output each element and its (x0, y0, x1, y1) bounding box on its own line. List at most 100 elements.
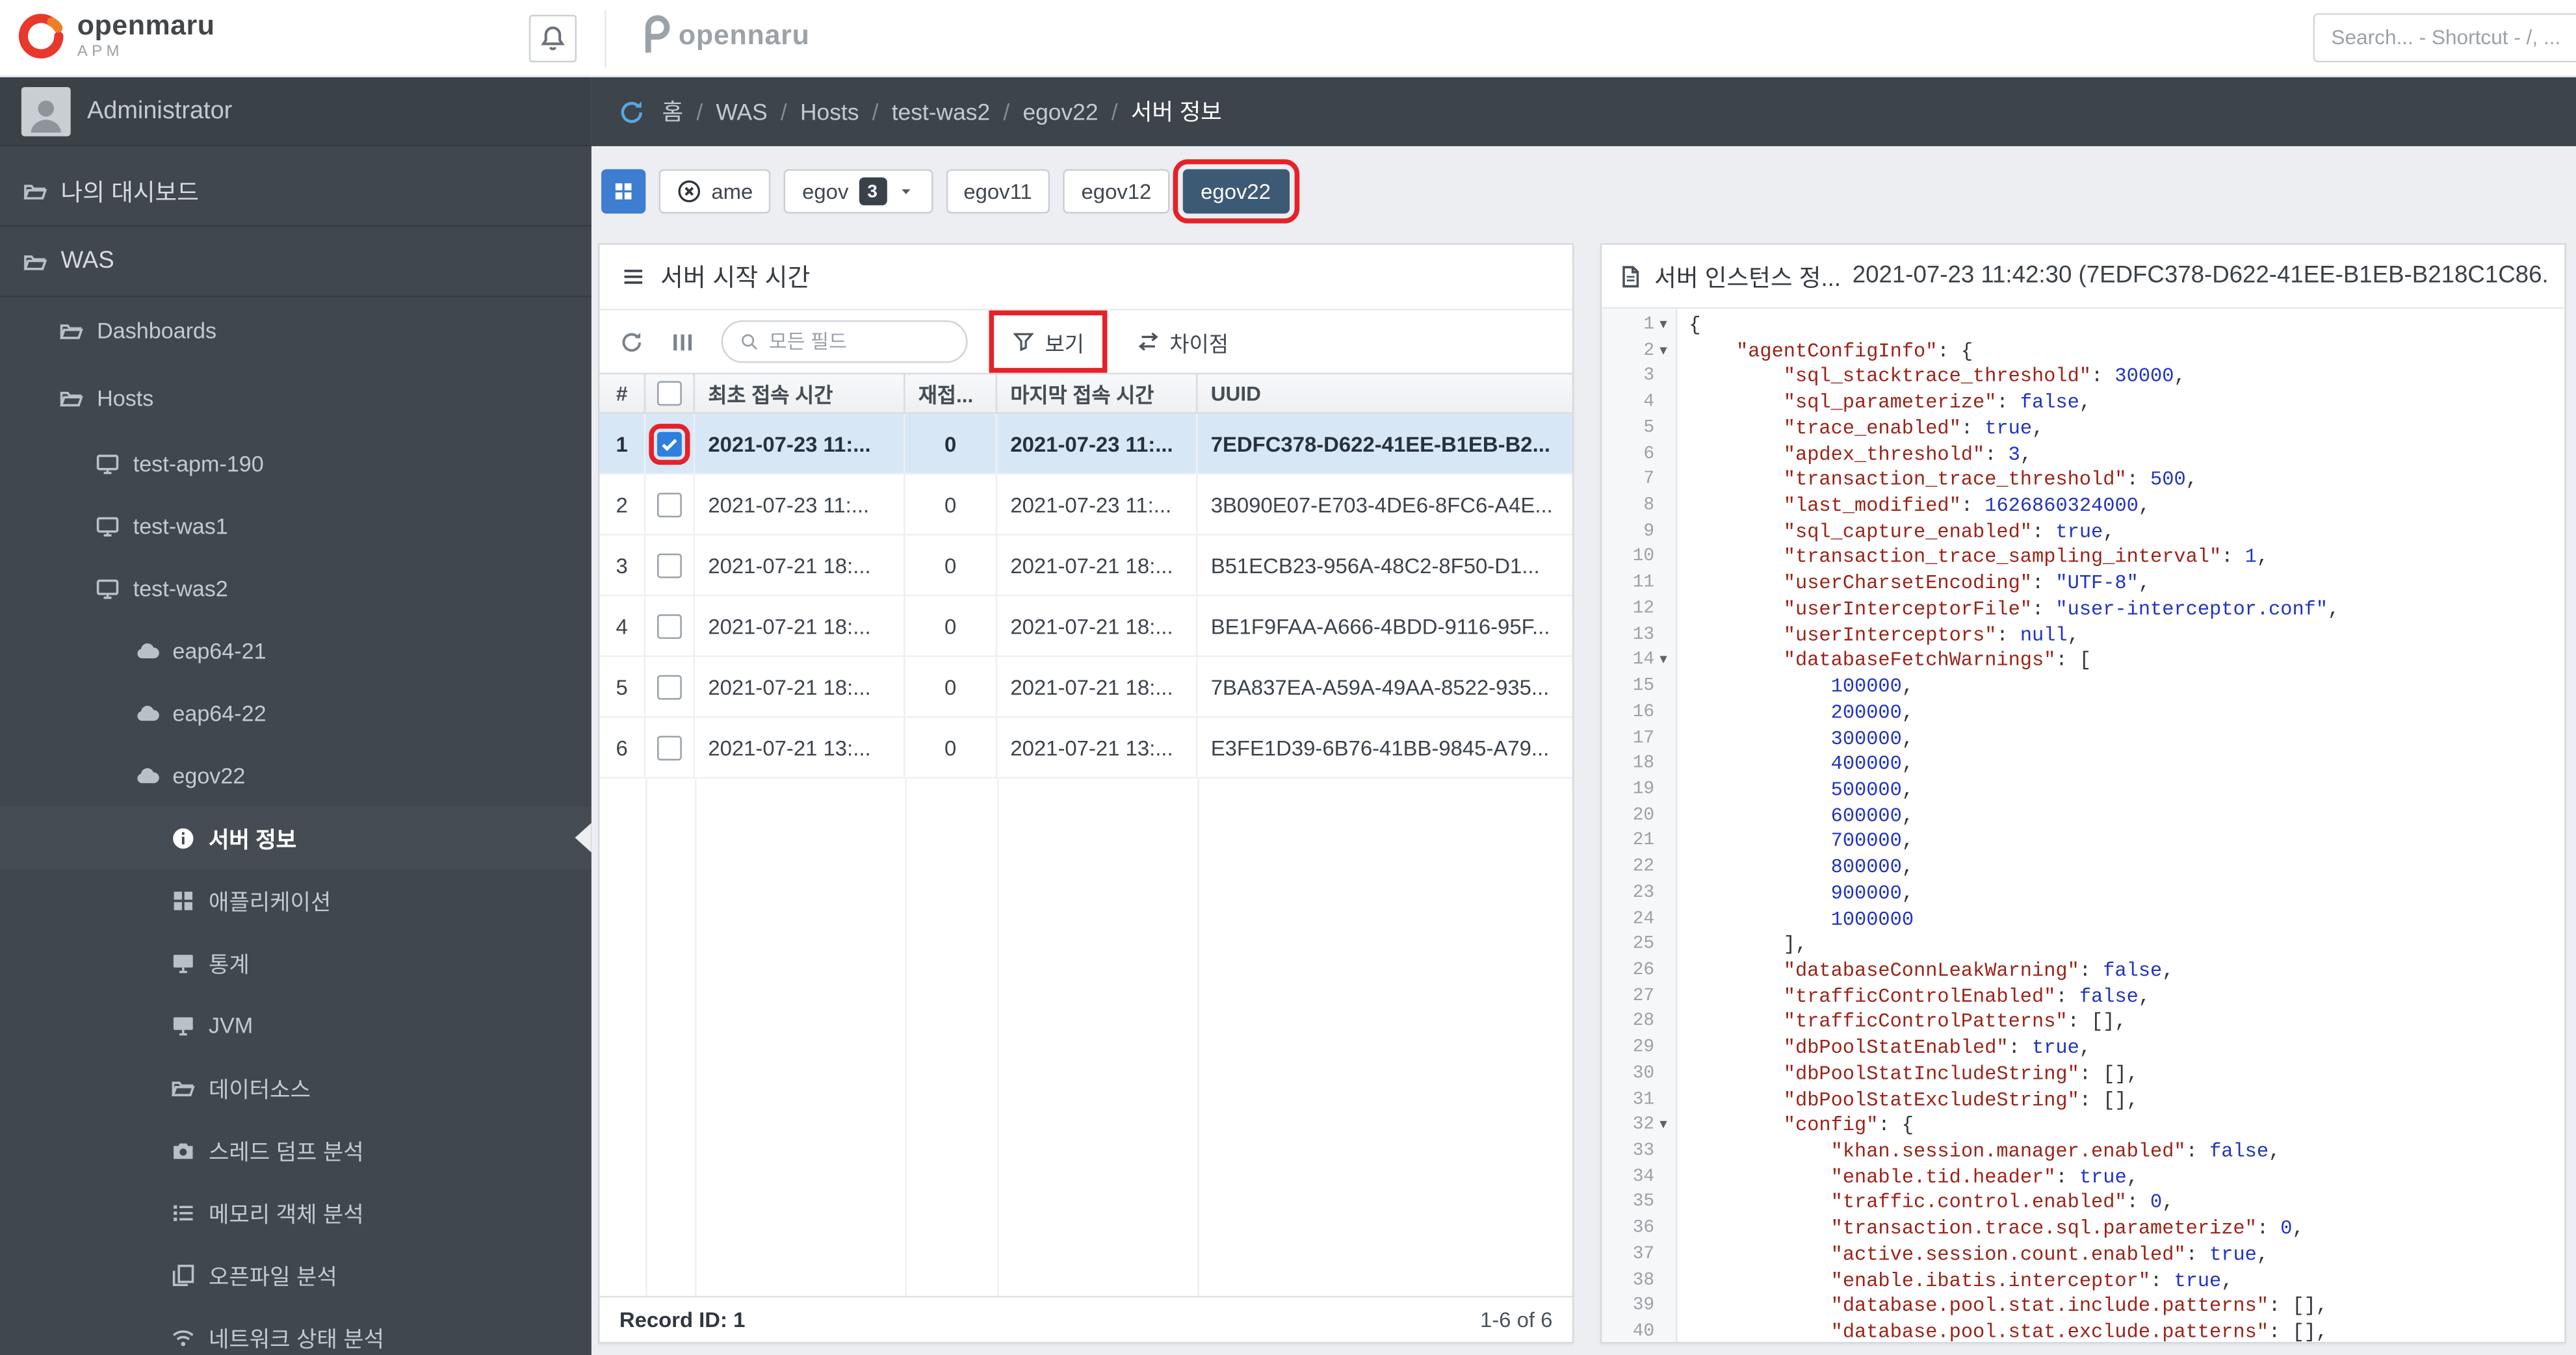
filter-chip-egov[interactable]: egov 3 (784, 169, 933, 214)
sidebar-item-application[interactable]: 애플리케이션 (0, 869, 592, 931)
sidebar-item-dashboards[interactable]: Dashboards (0, 297, 592, 365)
view-button[interactable]: 보기 (989, 310, 1108, 373)
sidebar-item-was[interactable]: WAS (0, 227, 592, 298)
gutter-line: 3 (1602, 365, 1676, 391)
table-row-1[interactable]: 1 2021-07-23 11:... 0 2021-07-23 11:... 7EDF… (599, 413, 1572, 475)
sidebar-item-label: Dashboards (97, 318, 217, 344)
row-checkbox[interactable] (657, 674, 682, 699)
column-header-4[interactable]: UUID (1197, 374, 1572, 412)
sidebar-item-label: 서버 정보 (208, 827, 297, 853)
sidebar-item-test-apm-190[interactable]: test-apm-190 (0, 432, 592, 495)
line-number: 14 (1632, 651, 1655, 671)
row-checkbox[interactable] (657, 491, 682, 517)
code-line: "transaction_trace_threshold": 500, (1783, 469, 2198, 492)
monitor-icon (96, 451, 120, 476)
row-checkbox[interactable] (649, 422, 690, 464)
table-row-5[interactable]: 5 2021-07-21 18:... 0 2021-07-21 18:... 7BA8… (599, 656, 1572, 718)
first-access-time: 2021-07-21 18:... (695, 535, 905, 595)
sidebar-item-eap64-22[interactable]: eap64-22 (0, 682, 592, 744)
fold-caret-icon[interactable]: ▾ (1654, 649, 1672, 675)
filter-chip-egov12[interactable]: egov12 (1063, 169, 1170, 214)
code-gutter: 1 ▾ 2 ▾ 3 4 5 6 7 8 9 10 11 12 13 14 ▾ 15 16 17 18 19 20 21 22 23… (1602, 309, 1678, 1342)
grid-icon (613, 181, 634, 202)
sidebar-item-thread-dump[interactable]: 스레드 덤프 분석 (0, 1118, 592, 1181)
row-checkbox[interactable] (657, 735, 682, 760)
gutter-line: 36 (1602, 1217, 1676, 1243)
code-viewer: 1 ▾ 2 ▾ 3 4 5 6 7 8 9 10 11 12 13 14 ▾ 15 16 17 18 19 20 21 22 23… (1602, 307, 2565, 1342)
breadcrumb-item-2[interactable]: Hosts (800, 99, 859, 125)
fold-caret-icon[interactable]: ▾ (1654, 314, 1672, 340)
breadcrumb-item-4[interactable]: egov22 (1022, 99, 1098, 125)
code-line: "databaseConnLeakWarning": false, (1783, 959, 2174, 983)
row-checkbox[interactable] (657, 613, 682, 638)
line-number: 7 (1643, 470, 1655, 490)
row-checkbox-cell (645, 535, 696, 595)
sidebar-item-network-status[interactable]: 네트워크 상태 분석 (0, 1306, 592, 1355)
filter-chip-name[interactable]: ame (658, 169, 772, 214)
code-line: "transaction.trace.sql.parameterize": 0, (1830, 1217, 2304, 1241)
notifications-button[interactable] (528, 14, 577, 63)
sidebar-item-server-info[interactable]: 서버 정보 (0, 807, 592, 869)
sidebar-item-my-dashboard[interactable]: 나의 대시보드 (0, 156, 592, 227)
global-search-input[interactable] (2313, 13, 2576, 63)
monitor-icon (96, 576, 120, 600)
line-number: 19 (1632, 780, 1655, 800)
row-checkbox[interactable] (657, 552, 682, 578)
cloud-icon (135, 638, 159, 663)
diff-button[interactable]: 차이점 (1122, 318, 1243, 365)
sidebar-item-datasource[interactable]: 데이터소스 (0, 1056, 592, 1118)
table-refresh-button[interactable] (619, 329, 644, 354)
breadcrumb-item-5[interactable]: 서버 정보 (1131, 96, 1222, 129)
sidebar-item-memory-object[interactable]: 메모리 객체 분석 (0, 1181, 592, 1243)
code-line: "database.pool.stat.include.patterns": [… (1830, 1295, 2328, 1318)
code-line: 900000, (1830, 881, 1914, 905)
breadcrumb-item-1[interactable]: WAS (716, 99, 767, 125)
sidebar-item-jvm[interactable]: JVM (0, 994, 592, 1056)
last-access-time: 2021-07-21 18:... (997, 656, 1198, 716)
gutter-line: 17 (1602, 727, 1676, 753)
refresh-icon (619, 329, 644, 354)
column-divider (1197, 778, 1200, 1297)
table-row-2[interactable]: 2 2021-07-23 11:... 0 2021-07-23 11:... 3B09… (599, 474, 1572, 536)
breadcrumb-item-3[interactable]: test-was2 (892, 99, 990, 125)
reconnect-count: 0 (905, 535, 998, 595)
column-header-3[interactable]: 마지막 접속 시간 (997, 374, 1198, 413)
table-row-4[interactable]: 4 2021-07-21 18:... 0 2021-07-21 18:... BE1F… (599, 596, 1572, 657)
sidebar-item-test-was1[interactable]: test-was1 (0, 495, 592, 557)
sidebar-item-open-file[interactable]: 오픈파일 분석 (0, 1243, 592, 1306)
grid-view-button[interactable] (601, 169, 646, 214)
sidebar-item-label: 나의 대시보드 (60, 179, 200, 207)
filter-chip-egov11[interactable]: egov11 (945, 169, 1050, 214)
fold-caret-icon[interactable]: ▾ (1654, 1114, 1672, 1140)
table-search-input[interactable] (768, 330, 950, 354)
table-row-3[interactable]: 3 2021-07-21 18:... 0 2021-07-21 18:... B51E… (599, 535, 1572, 597)
line-number: 33 (1632, 1141, 1655, 1161)
sidebar-item-label: Hosts (97, 385, 154, 411)
diff-button-label: 차이점 (1169, 331, 1229, 356)
sidebar-item-eap64-21[interactable]: eap64-21 (0, 619, 592, 682)
code-line: "last_modified": 1626860324000, (1783, 494, 2151, 518)
x-circle-icon[interactable] (677, 179, 701, 203)
reconnect-count: 0 (905, 596, 998, 656)
sidebar-item-egov22[interactable]: egov22 (0, 744, 592, 807)
gutter-line: 40 (1602, 1321, 1676, 1342)
select-all-checkbox[interactable] (657, 381, 682, 406)
breadcrumb-item-0[interactable]: 홈 (662, 96, 684, 129)
gutter-line: 6 (1602, 443, 1676, 469)
fold-caret-icon[interactable]: ▾ (1654, 339, 1672, 365)
gutter-line: 39 (1602, 1295, 1676, 1321)
table-row-6[interactable]: 6 2021-07-21 13:... 0 2021-07-21 13:... E3FE… (599, 717, 1572, 779)
sidebar-item-test-was2[interactable]: test-was2 (0, 557, 592, 619)
code-line: "apdex_threshold": 3, (1783, 443, 2033, 466)
funnel-icon (1012, 330, 1035, 353)
table-filler (600, 778, 1572, 1297)
sidebar-item-statistics[interactable]: 통계 (0, 931, 592, 994)
breadcrumb-refresh-button[interactable] (618, 97, 645, 125)
column-header-2[interactable]: 재접... (905, 374, 998, 413)
sidebar-item-hosts[interactable]: Hosts (0, 365, 592, 432)
user-header[interactable]: Administrator (0, 77, 592, 146)
column-header-1[interactable]: 최초 접속 시간 (695, 374, 905, 413)
filter-chip-egov22[interactable]: egov22 (1173, 159, 1299, 224)
columns-button[interactable] (670, 329, 695, 354)
column-header-0[interactable]: # (600, 374, 646, 413)
